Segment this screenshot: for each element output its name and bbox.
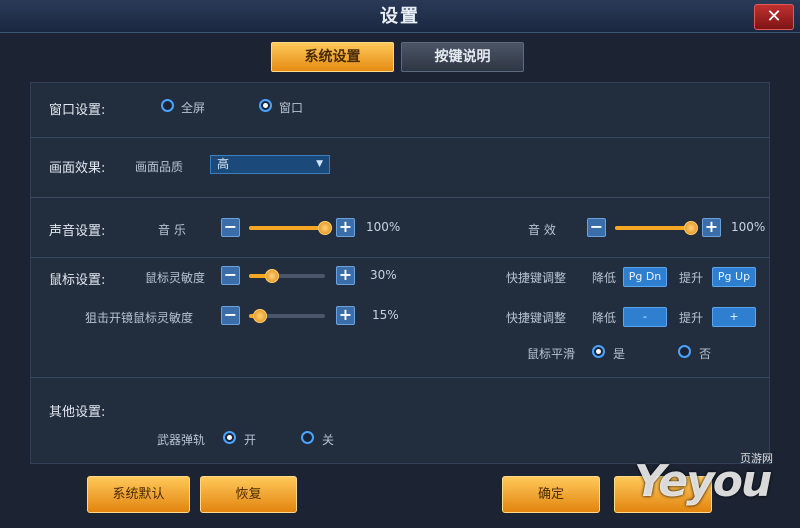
hotkey-lower-label: 降低 (592, 311, 617, 325)
sensitivity-value: 30% (370, 268, 397, 282)
quality-label: 画面品质 (135, 160, 184, 174)
radio-fullscreen[interactable] (161, 99, 174, 112)
scope-sensitivity-slider-handle[interactable] (253, 309, 268, 323)
music-slider[interactable] (249, 221, 332, 235)
scope-sensitivity-value: 15% (372, 308, 399, 322)
radio-weapon-trail-off[interactable] (301, 431, 314, 444)
effects-increase-button[interactable]: + (702, 218, 721, 237)
radio-weapon-trail-on-label: 开 (244, 433, 257, 447)
scope-sensitivity-label: 狙击开镜鼠标灵敏度 (85, 311, 194, 325)
close-icon: ✕ (766, 6, 782, 27)
scope-sensitivity-slider[interactable] (249, 309, 325, 323)
scope-sensitivity-decrease-button[interactable]: − (221, 306, 240, 325)
window-mode-label: 窗口设置: (49, 103, 106, 118)
chevron-down-icon: ▼ (316, 159, 323, 169)
hotkey-lower-label: 降低 (592, 271, 617, 285)
mouse-smoothing-label: 鼠标平滑 (527, 347, 576, 361)
effects-slider-handle[interactable] (684, 221, 698, 235)
music-slider-fill (249, 226, 325, 230)
window-titlebar: 设置 (0, 0, 800, 33)
hotkey-raise-label: 提升 (679, 311, 704, 325)
radio-windowed[interactable] (259, 99, 272, 112)
effects-value: 100% (731, 220, 766, 234)
music-increase-button[interactable]: + (336, 218, 355, 237)
effects-label: 音 效 (528, 223, 556, 237)
mouse-label: 鼠标设置: (49, 273, 106, 288)
scope-sensitivity-increase-button[interactable]: + (336, 306, 355, 325)
effects-decrease-button[interactable]: − (587, 218, 606, 237)
music-decrease-button[interactable]: − (221, 218, 240, 237)
weapon-trail-label: 武器弹轨 (157, 433, 206, 447)
radio-weapon-trail-off-label: 关 (322, 433, 335, 447)
radio-fullscreen-label: 全屏 (181, 101, 206, 115)
radio-smoothing-no[interactable] (678, 345, 691, 358)
hotkey-lower-minus-button[interactable]: - (623, 307, 667, 327)
quality-select[interactable]: 高 ▼ (210, 155, 330, 174)
divider (31, 197, 769, 198)
close-button[interactable]: ✕ (754, 4, 794, 30)
quality-select-value: 高 (217, 157, 230, 171)
effects-slider-fill (615, 226, 691, 230)
sensitivity-decrease-button[interactable]: − (221, 266, 240, 285)
sensitivity-increase-button[interactable]: + (336, 266, 355, 285)
tab-key-guide[interactable]: 按键说明 (401, 42, 524, 72)
radio-windowed-label: 窗口 (279, 101, 304, 115)
confirm-button[interactable]: 确定 (502, 476, 600, 513)
other-label: 其他设置: (49, 405, 106, 420)
divider (31, 137, 769, 138)
music-label: 音 乐 (158, 223, 186, 237)
tab-bar: 系统设置 按键说明 (0, 40, 800, 74)
radio-smoothing-no-label: 否 (699, 347, 712, 361)
music-value: 100% (366, 220, 401, 234)
divider (31, 377, 769, 378)
sensitivity-slider-handle[interactable] (264, 269, 279, 283)
watermark-text: 页游网 (740, 452, 773, 465)
display-label: 画面效果: (49, 161, 106, 176)
hotkey-raise-pgup-button[interactable]: Pg Up (712, 267, 756, 287)
sound-label: 声音设置: (49, 224, 106, 239)
music-slider-handle[interactable] (318, 221, 332, 235)
sensitivity-label: 鼠标灵敏度 (145, 271, 206, 285)
hotkey-adjust-label: 快捷键调整 (506, 271, 567, 285)
hotkey-lower-pgdn-button[interactable]: Pg Dn (623, 267, 667, 287)
hotkey-raise-label: 提升 (679, 271, 704, 285)
divider (31, 257, 769, 258)
settings-panel: 窗口设置: 全屏 窗口 画面效果: 画面品质 高 ▼ 声音设置: 音 乐 − +… (30, 82, 770, 464)
hotkey-raise-plus-button[interactable]: + (712, 307, 756, 327)
restore-button[interactable]: 恢复 (200, 476, 297, 513)
radio-weapon-trail-on[interactable] (223, 431, 236, 444)
hotkey-adjust-label: 快捷键调整 (506, 311, 567, 325)
system-default-button[interactable]: 系统默认 (87, 476, 190, 513)
sensitivity-slider[interactable] (249, 269, 325, 283)
radio-smoothing-yes-label: 是 (613, 347, 626, 361)
tab-system-settings[interactable]: 系统设置 (271, 42, 394, 72)
radio-smoothing-yes[interactable] (592, 345, 605, 358)
window-title: 设置 (380, 6, 420, 27)
effects-slider[interactable] (615, 221, 698, 235)
